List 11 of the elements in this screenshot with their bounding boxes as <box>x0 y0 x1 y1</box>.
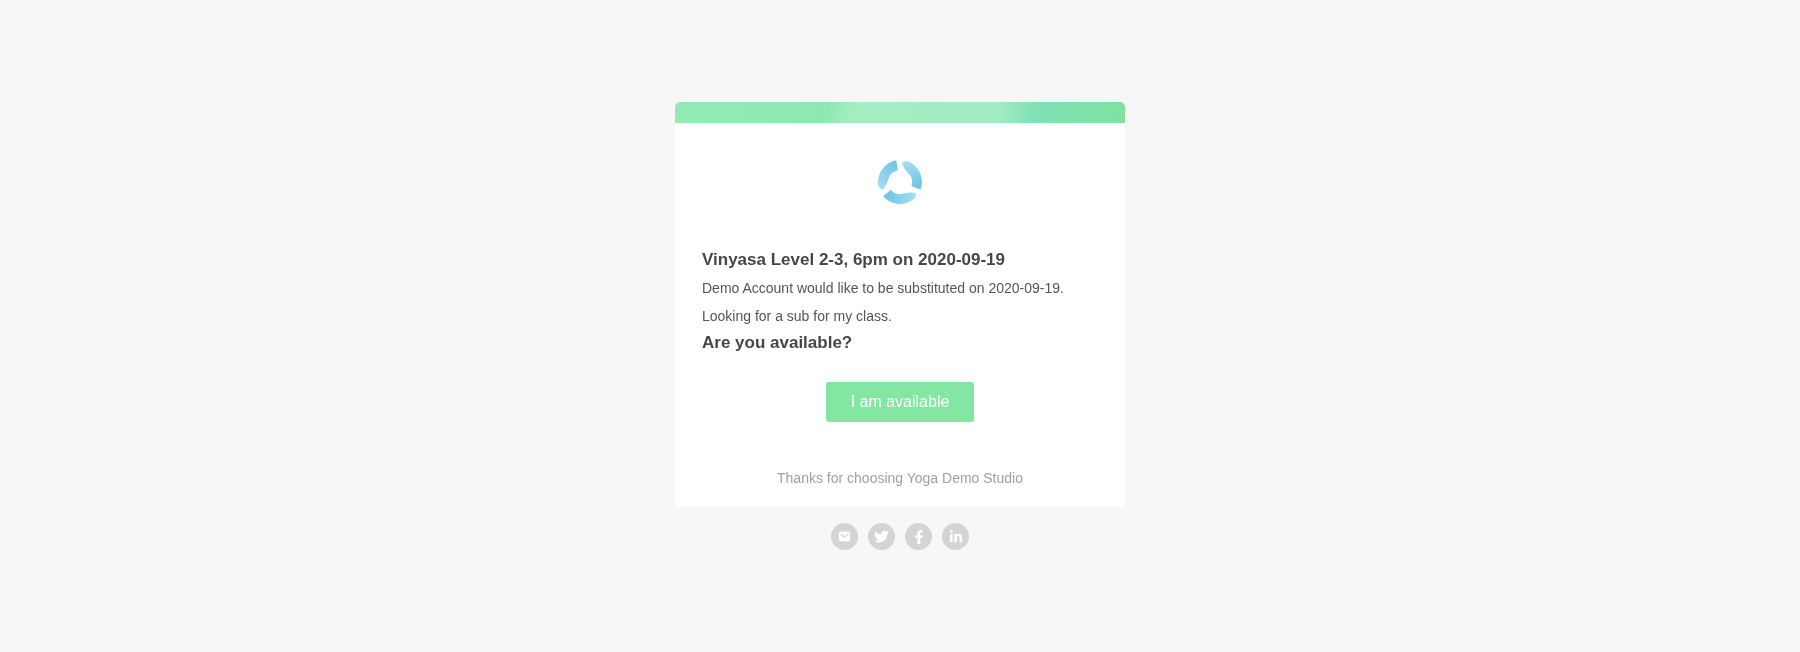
twitter-icon[interactable] <box>868 523 895 550</box>
available-button[interactable]: I am available <box>826 382 974 422</box>
mail-icon[interactable] <box>831 523 858 550</box>
message-text: Demo Account would like to be substituted on 2020-09-19. <box>702 279 1065 298</box>
class-title: Vinyasa Level 2-3, 6pm on 2020-09-19 <box>702 249 1007 271</box>
linkedin-icon[interactable] <box>942 523 969 550</box>
facebook-icon[interactable] <box>905 523 932 550</box>
footer-text: Thanks for choosing Yoga Demo Studio <box>777 469 1023 488</box>
question-text: Are you available? <box>702 332 854 354</box>
swirl-logo-icon <box>877 159 923 205</box>
message-text: Looking for a sub for my class. <box>702 307 893 326</box>
